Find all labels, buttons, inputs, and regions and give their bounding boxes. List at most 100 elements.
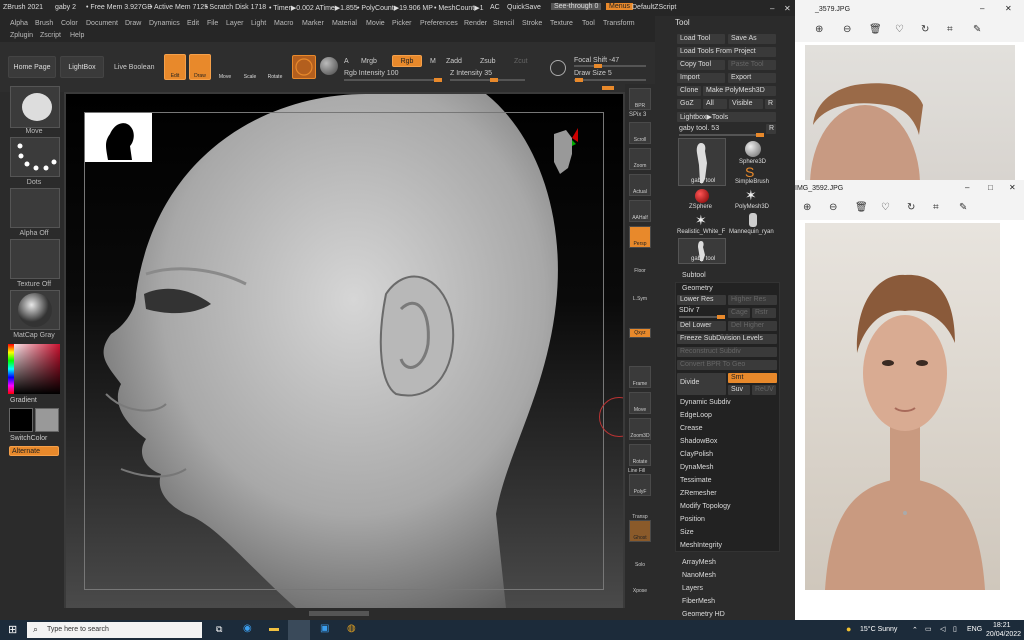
viewer1-edit-icon[interactable]: ✎ bbox=[973, 24, 981, 35]
persp-button[interactable]: Persp bbox=[629, 226, 651, 248]
color-sphere-icon[interactable] bbox=[320, 57, 338, 75]
reconstruct-subdiv-button[interactable]: Reconstruct Subdiv bbox=[677, 347, 777, 357]
frame-button[interactable]: Frame bbox=[629, 366, 651, 388]
zremesher-section[interactable]: ZRemesher bbox=[680, 490, 717, 497]
position-section[interactable]: Position bbox=[680, 516, 705, 523]
menus-button[interactable]: Menus bbox=[606, 3, 634, 10]
menu-zscript[interactable]: Zscript bbox=[40, 32, 61, 39]
rotate-button[interactable]: Rotate bbox=[264, 54, 286, 80]
simplebrush-icon[interactable]: S bbox=[745, 165, 761, 179]
switch-color-button[interactable]: SwitchColor bbox=[10, 435, 47, 442]
actual-button[interactable]: Actual bbox=[629, 174, 651, 196]
edit-button[interactable]: Edit bbox=[164, 54, 186, 80]
tray-up-icon[interactable]: ⌃ bbox=[912, 626, 918, 634]
xyz-button[interactable]: Qxyz bbox=[629, 328, 651, 338]
live-boolean-button[interactable]: Live Boolean bbox=[114, 64, 154, 71]
import-button[interactable]: Import bbox=[677, 73, 725, 83]
solo-button[interactable]: Solo bbox=[629, 546, 651, 568]
polyf-button[interactable]: PolyF bbox=[629, 474, 651, 496]
rgb-intensity-slider[interactable]: Rgb Intensity 100 bbox=[344, 70, 398, 77]
menu-movie[interactable]: Movie bbox=[366, 20, 385, 27]
menu-dynamics[interactable]: Dynamics bbox=[149, 20, 180, 27]
brush-thumbnail[interactable] bbox=[10, 86, 60, 128]
tessimate-section[interactable]: Tessimate bbox=[680, 477, 712, 484]
make-polymesh-button[interactable]: Make PolyMesh3D bbox=[703, 86, 776, 96]
spix-slider[interactable]: SPix 3 bbox=[629, 112, 646, 118]
menu-layer[interactable]: Layer bbox=[226, 20, 244, 27]
z-intensity-slider[interactable]: Z Intensity 35 bbox=[450, 70, 492, 77]
visible-button[interactable]: Visible bbox=[729, 99, 763, 109]
home-page-button[interactable]: Home Page bbox=[8, 56, 56, 78]
menu-material[interactable]: Material bbox=[332, 20, 357, 27]
menu-picker[interactable]: Picker bbox=[392, 20, 411, 27]
mrgb-button[interactable]: Mrgb bbox=[361, 58, 377, 65]
r-button-2[interactable]: R bbox=[766, 124, 776, 134]
crease-section[interactable]: Crease bbox=[680, 425, 703, 432]
color-picker[interactable] bbox=[8, 344, 60, 394]
z-intensity-track[interactable] bbox=[450, 78, 525, 82]
focal-shift-track[interactable] bbox=[574, 64, 646, 68]
viewer1-delete-icon[interactable]: 🗑 bbox=[869, 24, 882, 35]
viewer2-close-icon[interactable]: ✕ bbox=[1009, 183, 1016, 192]
weather-text[interactable]: 15°C Sunny bbox=[860, 626, 897, 633]
texture-thumbnail[interactable] bbox=[10, 239, 60, 279]
current-tool-track[interactable] bbox=[679, 133, 764, 137]
r-button[interactable]: R bbox=[765, 99, 776, 109]
volume-icon[interactable]: ◁ bbox=[940, 625, 945, 633]
bpr-button[interactable]: BPR bbox=[629, 88, 651, 110]
material-thumbnail[interactable] bbox=[10, 290, 60, 330]
menu-tool[interactable]: Tool bbox=[582, 20, 595, 27]
menu-macro[interactable]: Macro bbox=[274, 20, 293, 27]
scale-button[interactable]: Scale bbox=[239, 54, 261, 80]
mannequin-icon[interactable] bbox=[749, 213, 757, 227]
a-button[interactable]: A bbox=[344, 58, 349, 65]
all-button[interactable]: All bbox=[703, 99, 727, 109]
ghost-button[interactable]: Ghost bbox=[629, 520, 651, 542]
meshintegrity-section[interactable]: MeshIntegrity bbox=[680, 542, 722, 549]
load-from-project-button[interactable]: Load Tools From Project bbox=[677, 47, 776, 57]
sphere3d-icon[interactable] bbox=[745, 141, 761, 157]
zbrush-taskbar-icon[interactable] bbox=[288, 620, 310, 640]
rstr-button[interactable]: Rstr bbox=[752, 308, 776, 318]
menu-file[interactable]: File bbox=[207, 20, 218, 27]
battery-icon[interactable]: ▯ bbox=[953, 625, 957, 633]
menu-alpha[interactable]: Alpha bbox=[10, 20, 28, 27]
clock-time[interactable]: 18:21 bbox=[993, 622, 1011, 629]
menu-color[interactable]: Color bbox=[61, 20, 78, 27]
del-lower-button[interactable]: Del Lower bbox=[677, 321, 726, 331]
chrome-icon[interactable]: ◍ bbox=[347, 623, 356, 634]
clone-button[interactable]: Clone bbox=[677, 86, 701, 96]
viewer1-zoom-out-icon[interactable]: ⊖ bbox=[843, 24, 851, 35]
menu-draw[interactable]: Draw bbox=[125, 20, 141, 27]
default-zscript-button[interactable]: DefaultZScript bbox=[632, 4, 676, 11]
rotate-view-button[interactable]: Rotate bbox=[629, 444, 651, 466]
cage-button[interactable]: Cage bbox=[728, 308, 750, 318]
viewer1-close-icon[interactable]: ✕ bbox=[1005, 4, 1012, 13]
close-icon[interactable]: ✕ bbox=[784, 4, 791, 13]
draw-button[interactable]: Draw bbox=[189, 54, 211, 80]
load-tool-button[interactable]: Load Tool bbox=[677, 34, 725, 44]
aahalf-button[interactable]: AAHalf bbox=[629, 200, 651, 222]
transp-button[interactable]: Transp bbox=[629, 498, 651, 520]
lightbox-tools-button[interactable]: Lightbox▶Tools bbox=[677, 112, 776, 122]
export-button[interactable]: Export bbox=[728, 73, 776, 83]
claypolish-section[interactable]: ClayPolish bbox=[680, 451, 713, 458]
size-section[interactable]: Size bbox=[680, 529, 694, 536]
menu-preferences[interactable]: Preferences bbox=[420, 20, 458, 27]
layers-section[interactable]: Layers bbox=[682, 585, 703, 592]
zoom3d-button[interactable]: Zoom3D bbox=[629, 418, 651, 440]
zoom-button[interactable]: Zoom bbox=[629, 148, 651, 170]
menu-texture[interactable]: Texture bbox=[550, 20, 573, 27]
realistic-white-icon[interactable]: ✶ bbox=[695, 213, 707, 227]
dynamesh-section[interactable]: DynaMesh bbox=[680, 464, 713, 471]
move-view-button[interactable]: Move bbox=[629, 392, 651, 414]
menu-edit[interactable]: Edit bbox=[187, 20, 199, 27]
shadowbox-section[interactable]: ShadowBox bbox=[680, 438, 717, 445]
edge-icon[interactable]: ◉ bbox=[243, 623, 252, 634]
scroll-button[interactable]: Scroll bbox=[629, 122, 651, 144]
menu-marker[interactable]: Marker bbox=[302, 20, 324, 27]
convert-bpr-button[interactable]: Convert BPR To Geo bbox=[677, 360, 777, 370]
zsub-button[interactable]: Zsub bbox=[480, 58, 496, 65]
menu-document[interactable]: Document bbox=[86, 20, 118, 27]
viewer1-favorite-icon[interactable]: ♡ bbox=[895, 24, 904, 35]
